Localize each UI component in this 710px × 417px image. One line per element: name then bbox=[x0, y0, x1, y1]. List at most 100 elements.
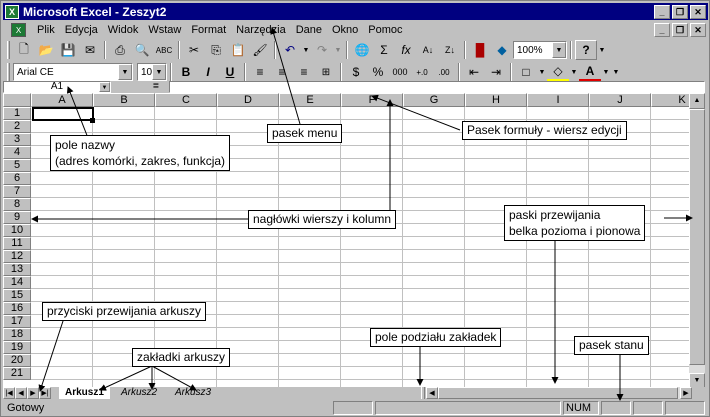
column-header[interactable]: E bbox=[279, 93, 341, 107]
column-header[interactable]: F bbox=[341, 93, 403, 107]
row-header[interactable]: 16 bbox=[3, 302, 31, 315]
size-combo[interactable]: 10 ▼ bbox=[137, 63, 167, 81]
row-header[interactable]: 7 bbox=[3, 185, 31, 198]
column-header[interactable]: K bbox=[651, 93, 689, 107]
minimize-button[interactable]: _ bbox=[654, 4, 670, 19]
menu-plik[interactable]: Plik bbox=[32, 24, 60, 36]
spelling-icon[interactable]: ABC bbox=[153, 40, 175, 60]
undo-icon[interactable]: ↶ bbox=[279, 40, 301, 60]
fill-handle[interactable] bbox=[90, 118, 95, 123]
row-header[interactable]: 10 bbox=[3, 224, 31, 237]
font-combo[interactable]: Arial CE ▼ bbox=[13, 63, 133, 81]
merge-center-icon[interactable]: ⊞ bbox=[315, 62, 337, 82]
row-header[interactable]: 3 bbox=[3, 133, 31, 146]
chevron-down-icon[interactable]: ▼ bbox=[552, 42, 566, 58]
select-all-button[interactable] bbox=[3, 93, 31, 107]
currency-button[interactable]: $ bbox=[345, 62, 367, 82]
first-sheet-icon[interactable]: |◀ bbox=[3, 387, 15, 399]
row-header[interactable]: 12 bbox=[3, 250, 31, 263]
vertical-scroll-thumb[interactable] bbox=[689, 109, 705, 365]
print-preview-icon[interactable]: 🔍 bbox=[131, 40, 153, 60]
borders-icon[interactable]: □ bbox=[515, 62, 537, 82]
row-header[interactable]: 21 bbox=[3, 367, 31, 380]
fill-dropdown-icon[interactable]: ▼ bbox=[569, 62, 579, 82]
column-header[interactable]: C bbox=[155, 93, 217, 107]
function-icon[interactable]: fx bbox=[395, 40, 417, 60]
font-color-icon[interactable]: A bbox=[579, 62, 601, 82]
last-sheet-icon[interactable]: ▶| bbox=[39, 387, 51, 399]
cut-icon[interactable]: ✂ bbox=[183, 40, 205, 60]
sheet-tab-arkusz1[interactable]: Arkusz1 bbox=[59, 387, 110, 399]
menu-edycja[interactable]: Edycja bbox=[60, 24, 103, 36]
row-header[interactable]: 2 bbox=[3, 120, 31, 133]
column-header[interactable]: I bbox=[527, 93, 589, 107]
workbook-icon[interactable]: X bbox=[11, 23, 26, 37]
vertical-scrollbar[interactable]: ▲ ▼ bbox=[689, 93, 705, 389]
horizontal-scrollbar[interactable]: ◀ ▶ bbox=[426, 387, 692, 399]
autosum-icon[interactable]: Σ bbox=[373, 40, 395, 60]
scroll-right-icon[interactable]: ▶ bbox=[680, 387, 692, 399]
decrease-decimal-icon[interactable]: .00 bbox=[433, 62, 455, 82]
italic-button[interactable]: I bbox=[197, 62, 219, 82]
toolbar-grip[interactable] bbox=[7, 63, 10, 81]
menu-okno[interactable]: Okno bbox=[327, 24, 363, 36]
row-header[interactable]: 15 bbox=[3, 289, 31, 302]
row-header[interactable]: 14 bbox=[3, 276, 31, 289]
row-header[interactable]: 1 bbox=[3, 107, 31, 120]
name-box[interactable]: A1 ▼ bbox=[3, 81, 111, 93]
percent-button[interactable]: % bbox=[367, 62, 389, 82]
equals-button[interactable]: = bbox=[153, 81, 159, 93]
restore-button[interactable]: ❐ bbox=[672, 4, 688, 19]
toolbar-grip[interactable] bbox=[7, 41, 10, 59]
paste-icon[interactable]: 📋 bbox=[227, 40, 249, 60]
row-header[interactable]: 11 bbox=[3, 237, 31, 250]
undo-dropdown-icon[interactable]: ▼ bbox=[301, 40, 311, 60]
sort-descending-icon[interactable]: Z↓ bbox=[439, 40, 461, 60]
thousands-button[interactable]: 000 bbox=[389, 62, 411, 82]
chevron-down-icon[interactable]: ▼ bbox=[152, 64, 166, 80]
toolbar-options-icon[interactable]: ▼ bbox=[597, 40, 607, 60]
toolbar-options-icon[interactable]: ▼ bbox=[611, 62, 621, 82]
menu-pomoc[interactable]: Pomoc bbox=[363, 24, 407, 36]
column-header[interactable]: D bbox=[217, 93, 279, 107]
increase-indent-icon[interactable]: ⇥ bbox=[485, 62, 507, 82]
scroll-left-icon[interactable]: ◀ bbox=[426, 387, 438, 399]
formula-input[interactable] bbox=[169, 81, 705, 93]
align-right-icon[interactable]: ≡ bbox=[293, 62, 315, 82]
row-header[interactable]: 13 bbox=[3, 263, 31, 276]
increase-decimal-icon[interactable]: +.0 bbox=[411, 62, 433, 82]
print-icon[interactable]: ⎙ bbox=[109, 40, 131, 60]
doc-close-button[interactable]: ✕ bbox=[690, 23, 706, 37]
redo-dropdown-icon[interactable]: ▼ bbox=[333, 40, 343, 60]
row-header[interactable]: 19 bbox=[3, 341, 31, 354]
row-header[interactable]: 4 bbox=[3, 146, 31, 159]
sort-ascending-icon[interactable]: A↓ bbox=[417, 40, 439, 60]
doc-restore-button[interactable]: ❐ bbox=[672, 23, 688, 37]
active-cell[interactable] bbox=[32, 107, 94, 121]
fill-color-icon[interactable]: ◇ bbox=[547, 62, 569, 82]
next-sheet-icon[interactable]: ▶ bbox=[27, 387, 39, 399]
underline-button[interactable]: U bbox=[219, 62, 241, 82]
copy-icon[interactable]: ⎘ bbox=[205, 40, 227, 60]
menu-format[interactable]: Format bbox=[186, 24, 231, 36]
column-header[interactable]: A bbox=[31, 93, 93, 107]
borders-dropdown-icon[interactable]: ▼ bbox=[537, 62, 547, 82]
row-header[interactable]: 6 bbox=[3, 172, 31, 185]
bold-button[interactable]: B bbox=[175, 62, 197, 82]
row-header[interactable]: 8 bbox=[3, 198, 31, 211]
decrease-indent-icon[interactable]: ⇤ bbox=[463, 62, 485, 82]
column-header[interactable]: B bbox=[93, 93, 155, 107]
sheet-tab-arkusz2[interactable]: Arkusz2 bbox=[115, 387, 164, 399]
prev-sheet-icon[interactable]: ◀ bbox=[15, 387, 27, 399]
help-icon[interactable]: ? bbox=[575, 40, 597, 60]
row-header[interactable]: 9 bbox=[3, 211, 31, 224]
drawing-icon[interactable]: ◆ bbox=[491, 40, 513, 60]
hyperlink-icon[interactable]: 🌐 bbox=[351, 40, 373, 60]
chart-wizard-icon[interactable]: ▐▌ bbox=[469, 40, 491, 60]
open-icon[interactable]: 📂 bbox=[35, 40, 57, 60]
doc-minimize-button[interactable]: _ bbox=[654, 23, 670, 37]
font-color-dropdown-icon[interactable]: ▼ bbox=[601, 62, 611, 82]
mail-icon[interactable]: ✉ bbox=[79, 40, 101, 60]
horizontal-scroll-thumb[interactable] bbox=[438, 387, 678, 399]
column-header[interactable]: G bbox=[403, 93, 465, 107]
